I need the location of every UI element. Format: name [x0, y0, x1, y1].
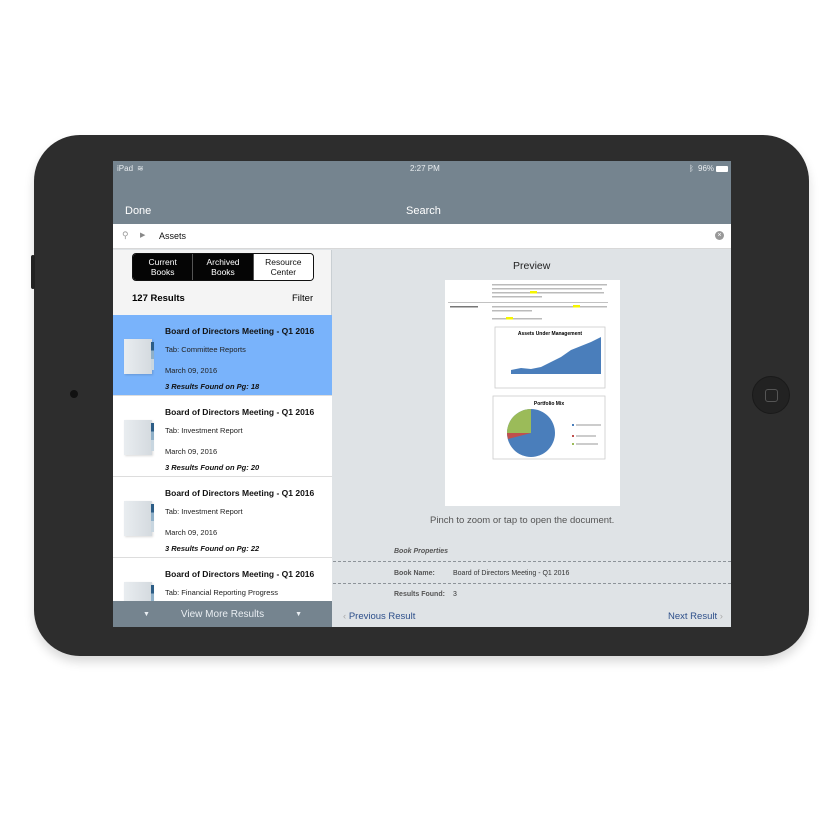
chevron-right-icon: › — [717, 611, 723, 622]
segment-resource-center[interactable]: Resource Center — [253, 254, 313, 280]
item-found: 3 Results Found on Pg: 20 — [165, 463, 260, 472]
document-preview[interactable]: Assets Under Management Portfolio Mix — [445, 280, 620, 506]
item-tab: Tab: Committee Reports — [165, 345, 246, 354]
caret-down-icon: ▼ — [143, 610, 150, 618]
segment-archived-books[interactable]: Archived Books — [193, 254, 254, 280]
chart1-title: Assets Under Management — [518, 331, 583, 337]
preview-hint: Pinch to zoom or tap to open the documen… — [430, 515, 615, 526]
search-icon: ⚲ — [122, 230, 129, 240]
item-tab: Tab: Investment Report — [165, 507, 243, 516]
chart2-title: Portfolio Mix — [534, 401, 564, 407]
home-button[interactable] — [752, 376, 790, 414]
book-properties-heading: Book Properties — [394, 548, 449, 555]
screen: iPad ≋ 2:27 PM ᛒ 96% Done Search ⚲ ▶ Ass… — [113, 161, 731, 627]
clock: 2:27 PM — [410, 164, 440, 173]
segment-label: Resource — [265, 257, 302, 267]
previous-result-label: Previous Result — [348, 611, 416, 622]
view-more-results-button[interactable]: ▼ View More Results ▼ — [113, 601, 332, 627]
segment-label: Current — [148, 257, 177, 267]
wifi-icon: ≋ — [137, 164, 144, 173]
filter-button[interactable]: Filter — [292, 293, 313, 304]
book-name-value: Board of Directors Meeting - Q1 2016 — [453, 570, 570, 577]
results-count: 127 Results — [132, 293, 185, 304]
play-icon: ▶ — [140, 232, 146, 239]
search-bar[interactable]: ⚲ ▶ Assets × — [113, 224, 731, 249]
document-thumbnail: Assets Under Management Portfolio Mix — [448, 284, 608, 460]
done-button[interactable]: Done — [125, 205, 151, 217]
list-item[interactable]: Board of Directors Meeting - Q1 2016 Tab… — [113, 396, 332, 477]
book-segmented-control[interactable]: Current Books Archived Books Resource Cente… — [132, 253, 314, 281]
item-title: Board of Directors Meeting - Q1 2016 — [165, 326, 315, 336]
preview-title: Preview — [513, 260, 551, 272]
segment-label: Archived — [206, 257, 240, 267]
segment-label: Books — [211, 267, 235, 277]
item-title: Board of Directors Meeting - Q1 2016 — [165, 569, 315, 579]
item-tab: Tab: Financial Reporting Progress — [165, 588, 278, 597]
caret-down-icon: ▼ — [295, 610, 302, 618]
search-input[interactable]: Assets — [159, 231, 186, 241]
item-date: March 09, 2016 — [165, 528, 218, 537]
previous-result-button[interactable]: ‹ Previous Result — [343, 611, 415, 622]
list-item[interactable]: Board of Directors Meeting - Q1 2016 Tab… — [113, 477, 332, 558]
divider — [333, 583, 731, 584]
results-panel: Current Books Archived Books Resource Cente… — [113, 250, 332, 627]
results-found-label: Results Found: — [394, 591, 445, 598]
next-result-button[interactable]: Next Result › — [668, 611, 723, 622]
book-icon — [124, 501, 154, 536]
device-name: iPad — [117, 164, 134, 173]
item-title: Board of Directors Meeting - Q1 2016 — [165, 407, 315, 417]
battery-level: 96% — [698, 164, 715, 173]
camera — [70, 390, 78, 398]
list-item[interactable]: Board of Directors Meeting - Q1 2016 Tab… — [113, 315, 332, 396]
item-title: Board of Directors Meeting - Q1 2016 — [165, 488, 315, 498]
battery-icon — [716, 166, 728, 172]
side-button — [31, 255, 35, 289]
book-icon — [124, 339, 154, 374]
navigation-bar: iPad ≋ 2:27 PM ᛒ 96% Done Search — [113, 161, 731, 224]
item-found: 3 Results Found on Pg: 22 — [165, 544, 260, 553]
results-found-value: 3 — [453, 591, 457, 598]
next-result-label: Next Result — [668, 611, 718, 622]
page-title: Search — [406, 205, 441, 217]
item-date: March 09, 2016 — [165, 447, 218, 456]
clear-icon[interactable]: × — [715, 231, 724, 240]
segment-current-books[interactable]: Current Books — [133, 254, 194, 280]
view-more-label: View More Results — [180, 608, 265, 620]
home-icon — [765, 389, 778, 402]
book-icon — [124, 420, 154, 455]
item-tab: Tab: Investment Report — [165, 426, 243, 435]
item-found: 3 Results Found on Pg: 18 — [165, 382, 260, 391]
book-name-label: Book Name: — [394, 570, 435, 577]
divider — [333, 561, 731, 562]
item-date: March 09, 2016 — [165, 366, 218, 375]
bluetooth-icon: ᛒ — [689, 164, 694, 173]
segment-label: Books — [150, 267, 175, 277]
segment-label: Center — [270, 267, 297, 277]
